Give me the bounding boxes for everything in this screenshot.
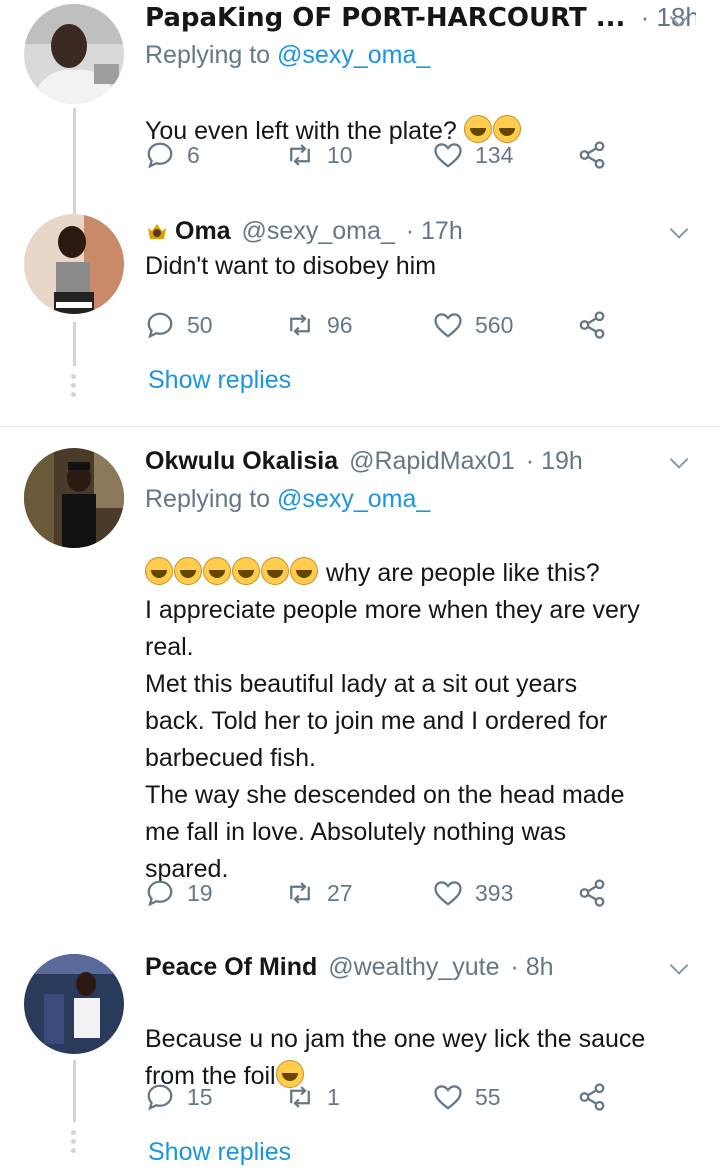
tweet-text-rest: I appreciate people more when they are v… (145, 596, 640, 883)
reply-icon (147, 142, 173, 169)
chevron-down-icon[interactable] (666, 8, 692, 34)
laughing-emoji-icon (174, 557, 202, 585)
reply-count: 19 (187, 879, 213, 906)
share-button[interactable] (577, 138, 619, 172)
timestamp[interactable]: · 8h (510, 953, 553, 981)
like-button[interactable]: 560 (433, 308, 513, 342)
reply-icon (147, 1084, 173, 1111)
thread-line (73, 322, 76, 366)
display-name[interactable]: Oma (175, 217, 231, 245)
retweet-count: 27 (327, 879, 353, 906)
reply-button[interactable]: 50 (145, 308, 213, 342)
user-handle[interactable]: @sexy_oma_ (242, 217, 395, 245)
retweet-icon (290, 882, 310, 904)
crown-emoji-icon (148, 224, 166, 239)
user-handle[interactable]: @wealthy_yute (328, 953, 499, 981)
tweet-papaking[interactable]: PapaKing OF PORT-HARCOURT ... · 18h Repl… (0, 0, 720, 208)
like-button[interactable]: 393 (433, 876, 513, 910)
reply-icon (147, 312, 173, 339)
replying-to-label: Replying to (145, 485, 278, 513)
mention-link[interactable]: @sexy_oma_ (277, 41, 430, 69)
tweet-text-first-line: why are people like this? (319, 559, 600, 587)
share-button[interactable] (577, 876, 619, 910)
heart-icon (434, 313, 462, 338)
reply-count: 50 (187, 311, 213, 338)
like-button[interactable]: 55 (433, 1080, 501, 1114)
retweet-button[interactable]: 96 (285, 308, 353, 342)
heart-icon (434, 143, 462, 168)
reply-button[interactable]: 19 (145, 876, 213, 910)
share-icon (579, 311, 605, 339)
display-name[interactable]: PapaKing OF PORT-HARCOURT ... (145, 3, 625, 33)
share-button[interactable] (577, 308, 619, 342)
laughing-emoji-icon (145, 557, 173, 585)
avatar[interactable] (24, 954, 124, 1054)
thread-line (73, 208, 76, 214)
like-button[interactable]: 134 (433, 138, 513, 172)
laughing-emoji-icon (290, 557, 318, 585)
retweet-count: 96 (327, 311, 353, 338)
tweet-header: Peace Of Mind @wealthy_yute · 8h (145, 950, 696, 984)
replying-to: Replying to @sexy_oma_ (145, 482, 696, 516)
retweet-count: 10 (327, 141, 353, 168)
retweet-icon (290, 314, 310, 336)
chevron-down-icon[interactable] (666, 956, 692, 982)
retweet-button[interactable]: 10 (285, 138, 353, 172)
tweet-text: Because u no jam the one wey lick the sa… (145, 984, 696, 1095)
retweet-icon (290, 1086, 310, 1108)
like-count: 560 (475, 311, 514, 338)
mention-link[interactable]: @sexy_oma_ (277, 485, 430, 513)
timestamp[interactable]: · 19h (526, 447, 583, 475)
tweet-text: Didn't want to disobey him (145, 252, 437, 280)
heart-icon (434, 881, 462, 906)
like-count: 393 (475, 879, 514, 906)
display-name[interactable]: Okwulu Okalisia (145, 447, 338, 475)
tweet-text: why are people like this? I appreciate p… (145, 518, 696, 925)
retweet-count: 1 (327, 1083, 340, 1110)
divider (0, 426, 720, 427)
avatar[interactable] (24, 4, 124, 104)
retweet-icon (290, 144, 310, 166)
share-icon (579, 141, 605, 169)
share-icon (579, 879, 605, 907)
replying-to: Replying to @sexy_oma_ (145, 38, 696, 72)
thread-line (73, 1060, 76, 1122)
avatar[interactable] (24, 448, 124, 548)
share-icon (579, 1083, 605, 1111)
tweet-header: Oma @sexy_oma_ · 17h (145, 214, 696, 248)
avatar[interactable] (24, 214, 124, 314)
retweet-button[interactable]: 27 (285, 876, 353, 910)
more-replies-dots (70, 1130, 78, 1157)
thread-line (73, 108, 76, 208)
tweet-header: Okwulu Okalisia @RapidMax01 · 19h (145, 444, 696, 478)
tweet-okwulu[interactable]: Okwulu Okalisia @RapidMax01 · 19h Replyi… (0, 440, 720, 940)
reply-count: 15 (187, 1083, 213, 1110)
reply-icon (147, 880, 173, 907)
like-count: 55 (475, 1083, 501, 1110)
chevron-down-icon[interactable] (666, 450, 692, 476)
reply-button[interactable]: 6 (145, 138, 200, 172)
reply-count: 6 (187, 141, 200, 168)
retweet-button[interactable]: 1 (285, 1080, 340, 1114)
tweet-peace-of-mind[interactable]: Peace Of Mind @wealthy_yute · 8h Because… (0, 950, 720, 1173)
tweet-header: PapaKing OF PORT-HARCOURT ... · 18h (145, 0, 696, 34)
heart-icon (434, 1085, 462, 1110)
laughing-emoji-icon (232, 557, 260, 585)
reply-button[interactable]: 15 (145, 1080, 213, 1114)
more-replies-dots (70, 374, 78, 401)
chevron-down-icon[interactable] (666, 220, 692, 246)
laughing-emoji-icon (261, 557, 289, 585)
replying-to-label: Replying to (145, 41, 278, 69)
display-name[interactable]: Peace Of Mind (145, 953, 317, 981)
timestamp[interactable]: · 17h (406, 217, 463, 245)
user-handle[interactable]: @RapidMax01 (349, 447, 515, 475)
laughing-emoji-icon (203, 557, 231, 585)
share-button[interactable] (577, 1080, 619, 1114)
tweet-oma[interactable]: Oma @sexy_oma_ · 17h Didn't want to diso… (0, 208, 720, 420)
like-count: 134 (475, 141, 514, 168)
show-replies-link[interactable]: Show replies (148, 366, 291, 395)
show-replies-link[interactable]: Show replies (148, 1138, 291, 1167)
